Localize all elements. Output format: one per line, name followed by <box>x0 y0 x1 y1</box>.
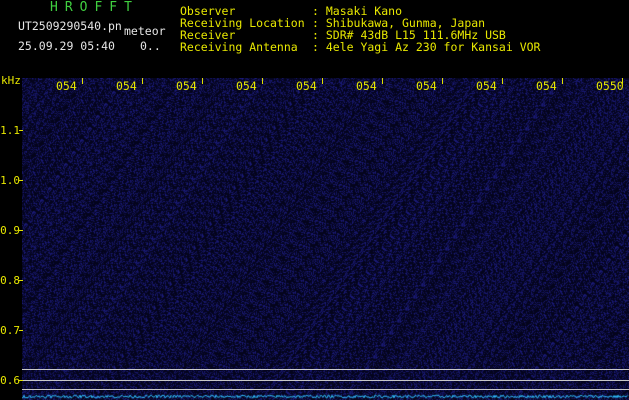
x-tick-label: 054 <box>56 79 77 93</box>
y-tick-label: 1.0 <box>0 174 20 187</box>
y-tick-mark <box>19 130 23 131</box>
x-tick-label: 054 <box>416 79 437 93</box>
x-tick-mark <box>502 78 503 84</box>
y-tick-label: 0.9 <box>0 224 20 237</box>
spectrogram-plot <box>22 78 629 400</box>
y-tick-mark <box>19 380 23 381</box>
antenna-value: : 4ele Yagi Az 230 for Kansai VOR <box>312 40 541 54</box>
x-tick-mark <box>622 78 623 84</box>
y-axis-unit: kHz <box>1 74 21 87</box>
y-tick-label: 1.1 <box>0 124 20 137</box>
x-tick-label: 054 <box>356 79 377 93</box>
antenna-label: Receiving Antenna <box>180 40 298 54</box>
timestamp: 25.09.29 05:40 <box>18 39 115 53</box>
x-tick-label: 054 <box>296 79 317 93</box>
y-tick-mark <box>19 330 23 331</box>
y-tick-label: 0.6 <box>0 374 20 387</box>
x-tick-mark <box>262 78 263 84</box>
x-tick-mark <box>142 78 143 84</box>
x-tick-label: 054 <box>176 79 197 93</box>
x-tick-label: 054 <box>536 79 557 93</box>
file-type: meteor <box>124 24 166 38</box>
x-tick-mark <box>442 78 443 84</box>
y-tick-label: 0.8 <box>0 274 20 287</box>
x-tick-mark <box>382 78 383 84</box>
x-tick-label: 0550 <box>596 79 624 93</box>
y-tick-mark <box>19 230 23 231</box>
x-tick-label: 054 <box>476 79 497 93</box>
x-tick-mark <box>322 78 323 84</box>
y-tick-mark <box>19 180 23 181</box>
y-tick-label: 0.7 <box>0 324 20 337</box>
reference-line <box>22 380 629 381</box>
x-tick-label: 054 <box>236 79 257 93</box>
app-brand: HROFFT <box>50 0 139 15</box>
x-tick-mark <box>202 78 203 84</box>
reference-line <box>22 369 629 370</box>
x-tick-label: 054 <box>116 79 137 93</box>
x-tick-mark <box>82 78 83 84</box>
event-count: 0.. <box>140 39 161 53</box>
x-tick-mark <box>562 78 563 84</box>
reference-line <box>22 389 629 390</box>
file-name: UT2509290540.pn <box>18 19 122 33</box>
y-tick-mark <box>19 280 23 281</box>
